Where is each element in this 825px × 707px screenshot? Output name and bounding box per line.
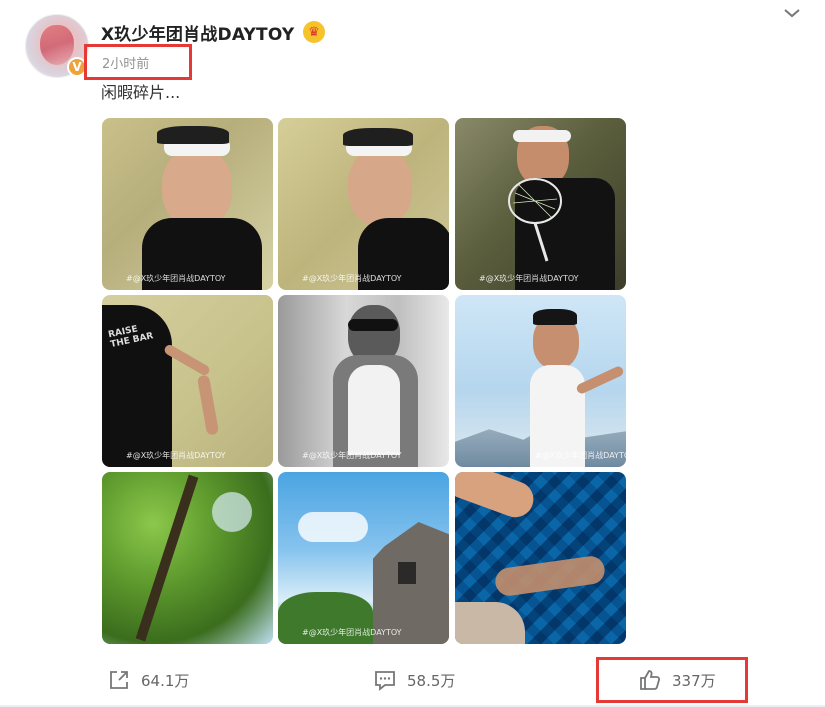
crown-icon: ♛ (303, 21, 325, 43)
image-9[interactable] (455, 472, 626, 644)
highlight-box-like (596, 657, 748, 703)
image-watermark: #@X玖少年团肖战DAYTOY (535, 451, 626, 460)
image-watermark: #@X玖少年团肖战DAYTOY (302, 628, 402, 637)
image-5[interactable]: #@X玖少年团肖战DAYTOY (278, 295, 449, 467)
username[interactable]: X玖少年团肖战DAYTOY (101, 20, 294, 45)
share-icon (110, 671, 128, 689)
comment-count: 58.5万 (407, 671, 456, 690)
image-grid: #@X玖少年团肖战DAYTOY #@X玖少年团肖战DAYTOY #@X玖少年团肖… (102, 118, 627, 644)
image-4[interactable]: RAISE THE BAR #@X玖少年团肖战DAYTOY (102, 295, 273, 467)
chevron-down-icon[interactable] (781, 4, 803, 22)
image-watermark: #@X玖少年团肖战DAYTOY (302, 274, 402, 283)
image-3[interactable]: #@X玖少年团肖战DAYTOY (455, 118, 626, 290)
highlight-box-time (84, 44, 192, 80)
image-8[interactable]: #@X玖少年团肖战DAYTOY (278, 472, 449, 644)
image-7[interactable] (102, 472, 273, 644)
share-count: 64.1万 (141, 671, 190, 690)
image-watermark: #@X玖少年团肖战DAYTOY (126, 274, 226, 283)
comment-button[interactable]: 58.5万 (373, 660, 455, 700)
image-6[interactable]: #@X玖少年团肖战DAYTOY (455, 295, 626, 467)
share-button[interactable]: 64.1万 (107, 660, 189, 700)
image-1[interactable]: #@X玖少年团肖战DAYTOY (102, 118, 273, 290)
image-watermark: #@X玖少年团肖战DAYTOY (302, 451, 402, 460)
image-2[interactable]: #@X玖少年团肖战DAYTOY (278, 118, 449, 290)
comment-icon (375, 671, 395, 691)
image-watermark: #@X玖少年团肖战DAYTOY (126, 451, 226, 460)
image-watermark: #@X玖少年团肖战DAYTOY (479, 274, 579, 283)
post-content: 闲暇碎片... (101, 83, 181, 102)
